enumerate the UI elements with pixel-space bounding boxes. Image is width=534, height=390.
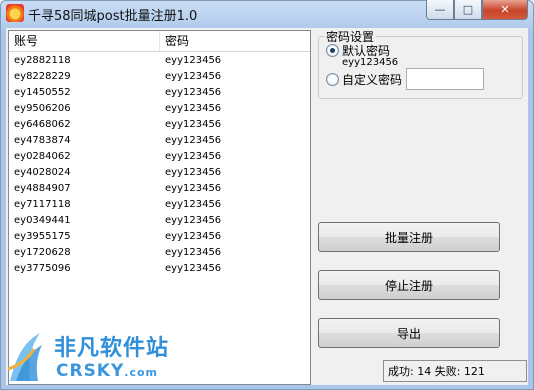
row-password: eyy123456 xyxy=(165,103,222,114)
row-password: eyy123456 xyxy=(165,199,222,210)
default-password-radio[interactable] xyxy=(326,44,339,57)
stop-register-button[interactable]: 停止注册 xyxy=(318,270,500,300)
export-button[interactable]: 导出 xyxy=(318,318,500,348)
app-icon xyxy=(6,4,24,22)
list-body: ey2882118 eyy123456 ey8228229 eyy123456 ey14… xyxy=(9,53,310,277)
row-password: eyy123456 xyxy=(165,87,222,98)
row-account: ey8228229 xyxy=(14,71,71,82)
list-row[interactable]: ey8228229 eyy123456 xyxy=(9,69,310,85)
list-row[interactable]: ey4028024 eyy123456 xyxy=(9,165,310,181)
row-account: ey1450552 xyxy=(14,87,71,98)
watermark-en-text: CRSKY.com xyxy=(56,361,159,381)
row-account: ey4028024 xyxy=(14,167,71,178)
custom-password-radio[interactable] xyxy=(326,73,339,86)
custom-password-label: 自定义密码 xyxy=(342,73,403,87)
row-account: ey9506206 xyxy=(14,103,71,114)
caption-buttons: — □ ✕ xyxy=(426,0,528,20)
list-row[interactable]: ey0349441 eyy123456 xyxy=(9,213,310,229)
status-text: 成功: 14 失败: 121 xyxy=(383,360,527,382)
row-password: eyy123456 xyxy=(165,247,222,258)
list-row[interactable]: ey1450552 eyy123456 xyxy=(9,85,310,101)
row-password: eyy123456 xyxy=(165,71,222,82)
row-account: ey0349441 xyxy=(14,215,71,226)
title-bar[interactable]: 千寻58同城post批量注册1.0 — □ ✕ xyxy=(0,0,534,28)
maximize-button[interactable]: □ xyxy=(454,0,482,20)
default-password-value: eyy123456 xyxy=(342,57,399,68)
list-row[interactable]: ey4783874 eyy123456 xyxy=(9,133,310,149)
watermark-logo-icon xyxy=(7,333,42,381)
row-account: ey0284062 xyxy=(14,151,71,162)
row-password: eyy123456 xyxy=(165,215,222,226)
minimize-button[interactable]: — xyxy=(426,0,454,20)
row-password: eyy123456 xyxy=(165,55,222,66)
batch-register-button[interactable]: 批量注册 xyxy=(318,222,500,252)
list-row[interactable]: ey7117118 eyy123456 xyxy=(9,197,310,213)
row-password: eyy123456 xyxy=(165,263,222,274)
row-password: eyy123456 xyxy=(165,183,222,194)
list-row[interactable]: ey3775096 eyy123456 xyxy=(9,261,310,277)
list-row[interactable]: ey2882118 eyy123456 xyxy=(9,53,310,69)
row-account: ey6468062 xyxy=(14,119,71,130)
row-password: eyy123456 xyxy=(165,135,222,146)
row-password: eyy123456 xyxy=(165,231,222,242)
row-account: ey4783874 xyxy=(14,135,71,146)
row-account: ey2882118 xyxy=(14,55,71,66)
list-row[interactable]: ey3955175 eyy123456 xyxy=(9,229,310,245)
row-password: eyy123456 xyxy=(165,167,222,178)
window-title: 千寻58同城post批量注册1.0 xyxy=(28,9,198,24)
row-password: eyy123456 xyxy=(165,151,222,162)
column-header-password[interactable]: 密码 xyxy=(160,31,305,51)
list-row[interactable]: ey1720628 eyy123456 xyxy=(9,245,310,261)
row-password: eyy123456 xyxy=(165,119,222,130)
watermark-cn-text: 非凡软件站 xyxy=(54,336,170,361)
list-header: 账号 密码 xyxy=(9,31,310,52)
close-button[interactable]: ✕ xyxy=(482,0,528,20)
row-account: ey1720628 xyxy=(14,247,71,258)
custom-password-input[interactable] xyxy=(406,68,484,90)
column-header-account[interactable]: 账号 xyxy=(9,31,160,51)
row-account: ey7117118 xyxy=(14,199,71,210)
list-row[interactable]: ey0284062 eyy123456 xyxy=(9,149,310,165)
list-row[interactable]: ey4884907 eyy123456 xyxy=(9,181,310,197)
list-row[interactable]: ey9506206 eyy123456 xyxy=(9,101,310,117)
row-account: ey3955175 xyxy=(14,231,71,242)
row-account: ey3775096 xyxy=(14,263,71,274)
watermark: 非凡软件站 CRSKY.com xyxy=(0,325,170,390)
row-account: ey4884907 xyxy=(14,183,71,194)
list-row[interactable]: ey6468062 eyy123456 xyxy=(9,117,310,133)
custom-password-option[interactable]: 自定义密码 xyxy=(326,71,402,88)
